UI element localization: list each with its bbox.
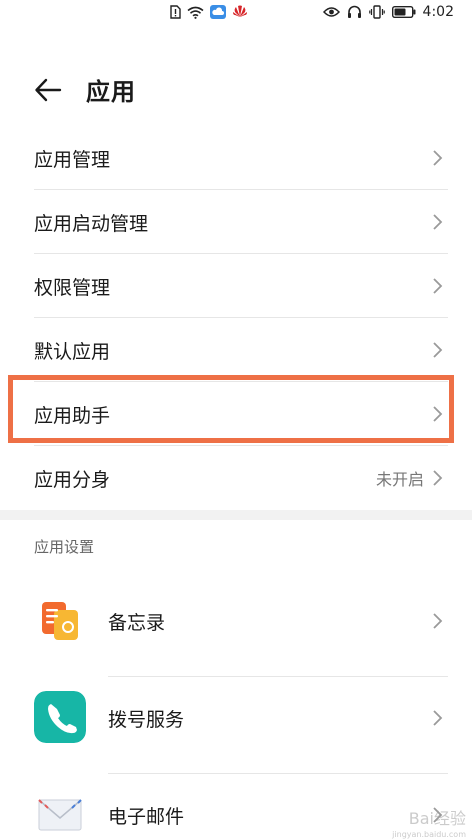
- chevron-right-icon: [433, 470, 443, 486]
- chevron-right-icon: [433, 710, 443, 726]
- chevron-right-icon: [433, 150, 443, 166]
- section-header: 应用设置: [34, 538, 95, 556]
- wifi-icon: [187, 6, 204, 19]
- list-item-app-twin[interactable]: 应用分身 未开启: [0, 446, 472, 510]
- list-item-app-management[interactable]: 应用管理: [0, 126, 472, 190]
- headphones-icon: [347, 5, 361, 18]
- list-item-label: 应用管理: [34, 148, 111, 171]
- list-item-app-startup-management[interactable]: 应用启动管理: [0, 190, 472, 254]
- chevron-right-icon: [433, 406, 443, 422]
- chevron-right-icon: [433, 278, 443, 294]
- watermark-url: jingyan.baidu.com: [392, 830, 466, 839]
- chevron-right-icon: [433, 214, 443, 230]
- list-item-default-apps[interactable]: 默认应用: [0, 318, 472, 382]
- app-settings-screen: 4:02 应用 应用管理 应用启动管理 权限管理 默认应用 应用助手 应用分身 …: [0, 0, 472, 839]
- header: 应用: [0, 60, 472, 120]
- chevron-right-icon: [433, 613, 443, 629]
- app-item-label: 电子邮件: [108, 806, 185, 828]
- huawei-logo-icon: [233, 5, 247, 17]
- settings-list: 应用管理 应用启动管理 权限管理 默认应用 应用助手 应用分身 未开启: [0, 126, 472, 510]
- cloud-icon: [210, 5, 226, 19]
- list-item-app-assistant[interactable]: 应用助手: [0, 382, 472, 446]
- status-bar: 4:02: [0, 0, 472, 30]
- email-app-icon: [34, 788, 86, 839]
- sim-alert-icon: [170, 5, 181, 19]
- list-item-label: 应用分身: [34, 468, 111, 491]
- battery-icon: [391, 6, 416, 18]
- chevron-right-icon: [433, 342, 443, 358]
- page-title: 应用: [86, 78, 136, 106]
- app-item-notes[interactable]: 备忘录: [0, 580, 472, 677]
- app-settings-list: 备忘录 拨号服务 电子邮件: [0, 580, 472, 839]
- app-item-label: 拨号服务: [108, 709, 185, 731]
- app-item-label: 备忘录: [108, 612, 166, 634]
- status-time: 4:02: [422, 4, 454, 20]
- status-left-icons: [170, 5, 248, 19]
- eye-icon: [322, 7, 340, 17]
- list-item-label: 应用启动管理: [34, 212, 149, 235]
- watermark: Bai经验: [408, 809, 466, 828]
- list-item-label: 默认应用: [34, 340, 111, 363]
- status-right-icons: 4:02: [322, 4, 454, 20]
- list-item-label: 应用助手: [34, 404, 111, 427]
- notes-app-icon: [34, 594, 86, 646]
- phone-app-icon: [34, 691, 86, 743]
- arrow-left-icon[interactable]: [34, 76, 62, 104]
- app-twin-status: 未开启: [375, 470, 424, 489]
- section-separator: [0, 510, 472, 520]
- list-item-permission-management[interactable]: 权限管理: [0, 254, 472, 318]
- app-item-dialer[interactable]: 拨号服务: [0, 677, 472, 774]
- list-item-label: 权限管理: [34, 276, 111, 299]
- vibrate-icon: [368, 5, 385, 19]
